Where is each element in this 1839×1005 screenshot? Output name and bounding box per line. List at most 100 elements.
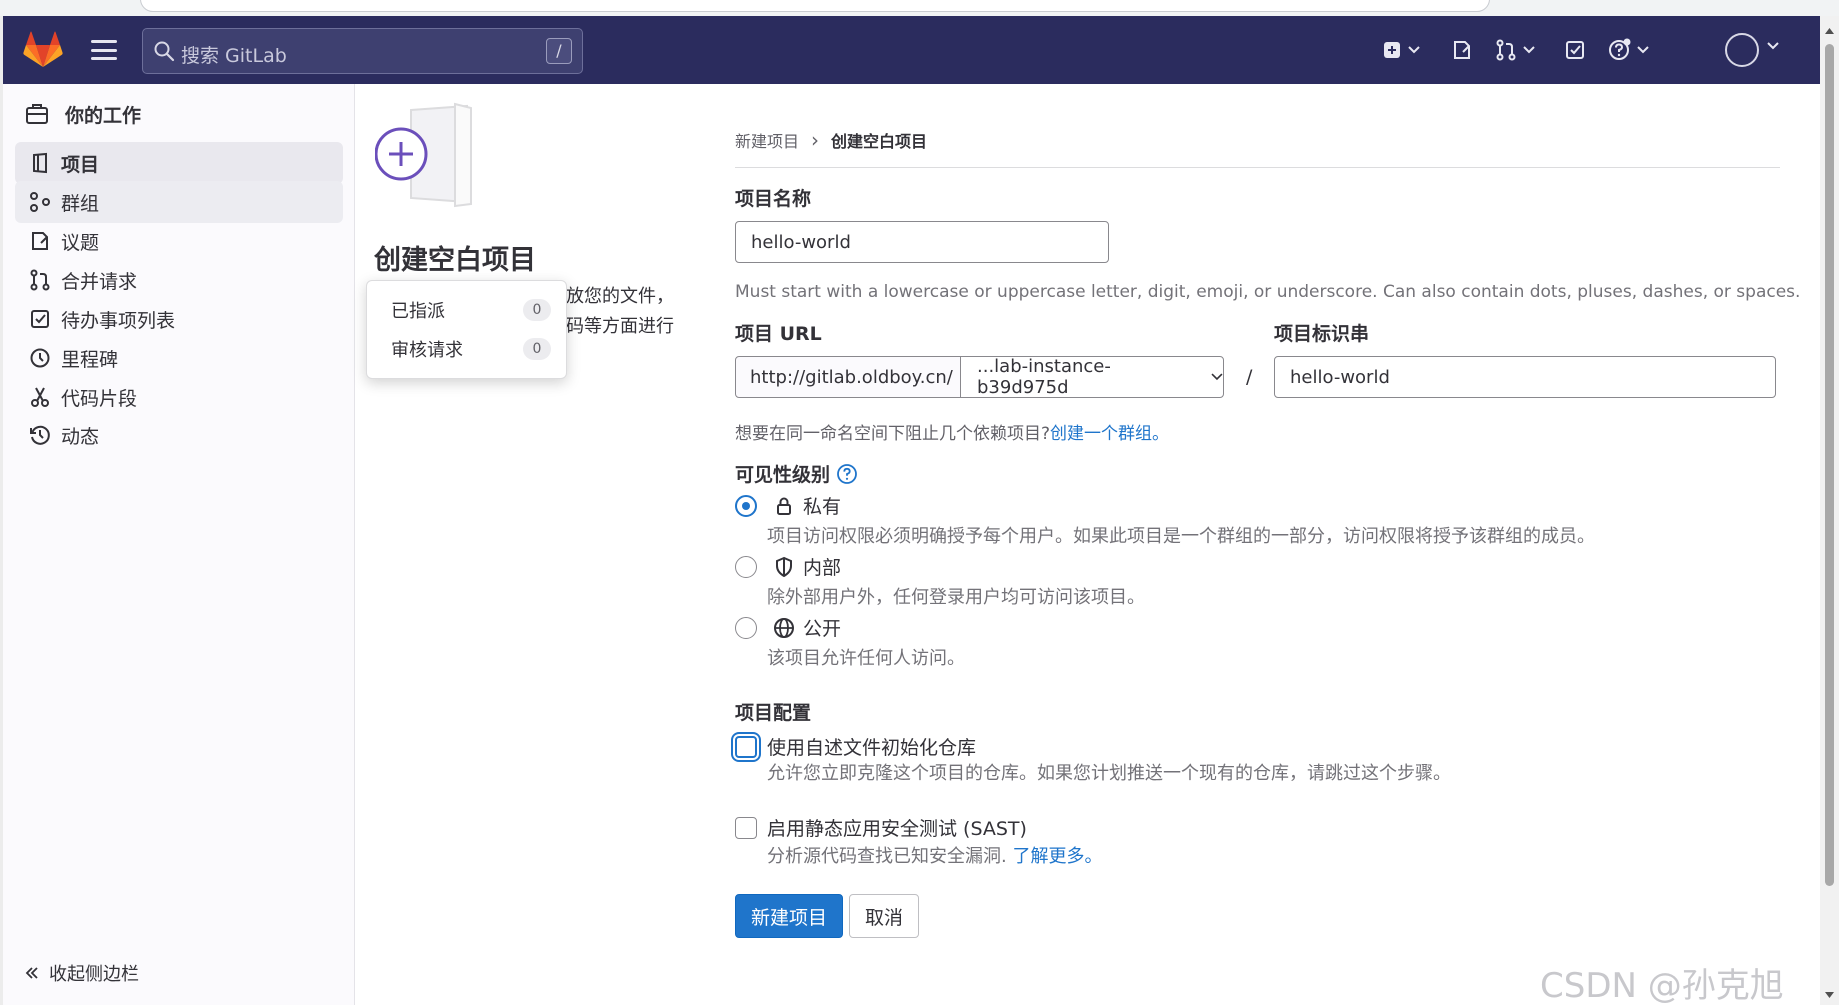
- collapse-sidebar-button[interactable]: 收起侧边栏: [25, 960, 139, 986]
- visibility-option-label: 私有: [803, 496, 842, 518]
- radio-internal[interactable]: [735, 555, 757, 578]
- visibility-option-desc: 项目访问权限必须明确授予每个用户。如果此项目是一个群组的一部分，访问权限将授予该…: [767, 526, 1595, 547]
- work-icon: [26, 104, 48, 124]
- sidebar-item-activity[interactable]: 动态: [15, 414, 343, 456]
- sast-checkbox[interactable]: [735, 816, 757, 839]
- chevron-down-icon: [1523, 46, 1535, 54]
- double-chevron-left-icon: [25, 967, 38, 979]
- browser-address-bar[interactable]: [140, 0, 1490, 12]
- breadcrumb: 新建项目 › 创建空白项目: [735, 128, 927, 152]
- issues-icon: [29, 230, 51, 252]
- search-icon: [154, 41, 175, 62]
- readme-label: 使用自述文件初始化仓库: [767, 737, 977, 759]
- page-description-line: 码等方面进行: [566, 316, 674, 337]
- visibility-option-label: 公开: [803, 618, 842, 640]
- readme-desc: 允许您立即克隆这个项目的仓库。如果您计划推送一个现有的仓库，请跳过这个步骤。: [767, 763, 1451, 784]
- radio-private[interactable]: [735, 494, 757, 517]
- divider: [735, 167, 1780, 168]
- breadcrumb-parent[interactable]: 新建项目: [735, 128, 799, 152]
- snippet-icon: [29, 386, 51, 408]
- create-group-link[interactable]: 创建一个群组。: [1050, 424, 1169, 444]
- sidebar-context-header[interactable]: 你的工作: [25, 97, 141, 131]
- chevron-down-icon: [1408, 46, 1420, 54]
- sidebar-item-label: 合并请求: [61, 270, 138, 293]
- sidebar-item-label: 议题: [61, 231, 100, 254]
- sidebar-item-groups[interactable]: 群组: [15, 181, 343, 223]
- search-box[interactable]: 搜索 GitLab /: [142, 28, 583, 74]
- sidebar-item-label: 项目: [61, 153, 100, 176]
- project-name-label: 项目名称: [735, 188, 812, 210]
- sidebar-item-issues[interactable]: 议题: [15, 220, 343, 262]
- count-badge: 0: [523, 338, 551, 360]
- sidebar-item-merge-requests[interactable]: 合并请求: [15, 259, 343, 301]
- scrollbar-thumb[interactable]: [1825, 44, 1834, 886]
- top-navigation-bar: 搜索 GitLab /: [3, 16, 1820, 84]
- popover-item-review-requests[interactable]: 审核请求 0: [391, 334, 551, 364]
- plus-square-icon: [1384, 42, 1400, 58]
- sast-desc-row: 分析源代码查找已知安全漏洞. 了解更多。: [767, 842, 1102, 868]
- gitlab-logo-icon[interactable]: [23, 31, 63, 69]
- sidebar-item-label: 群组: [61, 192, 100, 215]
- visibility-option-label: 内部: [803, 557, 842, 579]
- create-new-button[interactable]: [1382, 35, 1420, 65]
- project-slug-input[interactable]: hello-world: [1274, 356, 1776, 398]
- popover-item-assigned[interactable]: 已指派 0: [391, 295, 551, 325]
- sidebar-item-label: 动态: [61, 425, 100, 448]
- sidebar-item-snippets[interactable]: 代码片段: [15, 376, 343, 418]
- visibility-label: 可见性级别: [735, 464, 831, 486]
- namespace-select[interactable]: ...lab-instance-b39d975d: [960, 356, 1224, 398]
- visibility-option-internal[interactable]: 内部: [735, 553, 841, 580]
- page-title: 创建空白项目: [374, 245, 536, 276]
- visibility-option-desc: 除外部用户外，任何登录用户均可访问该项目。: [767, 587, 1145, 608]
- scroll-up-arrow-icon[interactable]: [1824, 26, 1835, 36]
- sidebar-item-todos[interactable]: 待办事项列表: [15, 298, 343, 340]
- search-shortcut-key: /: [546, 38, 572, 64]
- sast-label: 启用静态应用安全测试 (SAST): [767, 818, 1027, 840]
- sidebar-item-label: 代码片段: [61, 387, 138, 410]
- search-placeholder: 搜索 GitLab: [181, 45, 287, 67]
- project-url-label: 项目 URL: [735, 323, 822, 345]
- popover-item-label: 已指派: [391, 301, 445, 322]
- browser-toolbar: [0, 0, 1839, 16]
- merge-request-icon: [1496, 39, 1516, 61]
- gitlab-app: 搜索 GitLab / 你的工作 项目 群组 议题 合并请求 待办事项列表 里程…: [3, 16, 1820, 1005]
- help-button[interactable]: [1607, 35, 1649, 65]
- count-badge: 0: [523, 299, 551, 321]
- milestone-icon: [29, 347, 51, 369]
- issues-icon: [1454, 41, 1470, 59]
- breadcrumb-current: 创建空白项目: [831, 132, 928, 151]
- radio-public[interactable]: [735, 616, 757, 639]
- sidebar-item-milestones[interactable]: 里程碑: [15, 337, 343, 379]
- help-icon: [1609, 38, 1631, 60]
- sidebar-context-title: 你的工作: [65, 104, 142, 127]
- todo-icon: [29, 308, 51, 330]
- chevron-right-icon: ›: [811, 128, 820, 152]
- merge-requests-button[interactable]: [1495, 35, 1535, 65]
- create-project-button[interactable]: 新建项目: [735, 894, 843, 938]
- group-icon: [29, 191, 51, 213]
- learn-more-link[interactable]: 了解更多。: [1012, 846, 1102, 867]
- issues-button[interactable]: [1451, 35, 1473, 65]
- avatar[interactable]: [1725, 33, 1759, 67]
- hamburger-icon[interactable]: [91, 40, 117, 60]
- chevron-down-icon[interactable]: [1767, 42, 1779, 50]
- shield-icon: [773, 556, 795, 578]
- cancel-button[interactable]: 取消: [849, 894, 919, 938]
- help-icon[interactable]: [836, 463, 858, 485]
- readme-option[interactable]: 使用自述文件初始化仓库: [735, 733, 976, 760]
- visibility-option-public[interactable]: 公开: [735, 614, 841, 641]
- scroll-down-arrow-icon[interactable]: [1824, 990, 1835, 1000]
- project-icon: [29, 152, 51, 174]
- readme-checkbox[interactable]: [735, 735, 757, 758]
- todo-button[interactable]: [1564, 35, 1586, 65]
- project-name-input[interactable]: hello-world: [735, 221, 1109, 263]
- watermark: CSDN @孙克旭: [1540, 966, 1784, 1005]
- sast-option[interactable]: 启用静态应用安全测试 (SAST): [735, 814, 1027, 841]
- visibility-option-private[interactable]: 私有: [735, 492, 841, 519]
- blank-project-illustration: [375, 102, 472, 208]
- merge-requests-popover: 已指派 0 审核请求 0: [366, 280, 567, 379]
- project-slug-label: 项目标识串: [1274, 323, 1370, 345]
- sidebar-item-projects[interactable]: 项目: [15, 142, 343, 184]
- project-name-help: Must start with a lowercase or uppercase…: [735, 282, 1801, 302]
- sidebar-item-label: 里程碑: [61, 348, 119, 371]
